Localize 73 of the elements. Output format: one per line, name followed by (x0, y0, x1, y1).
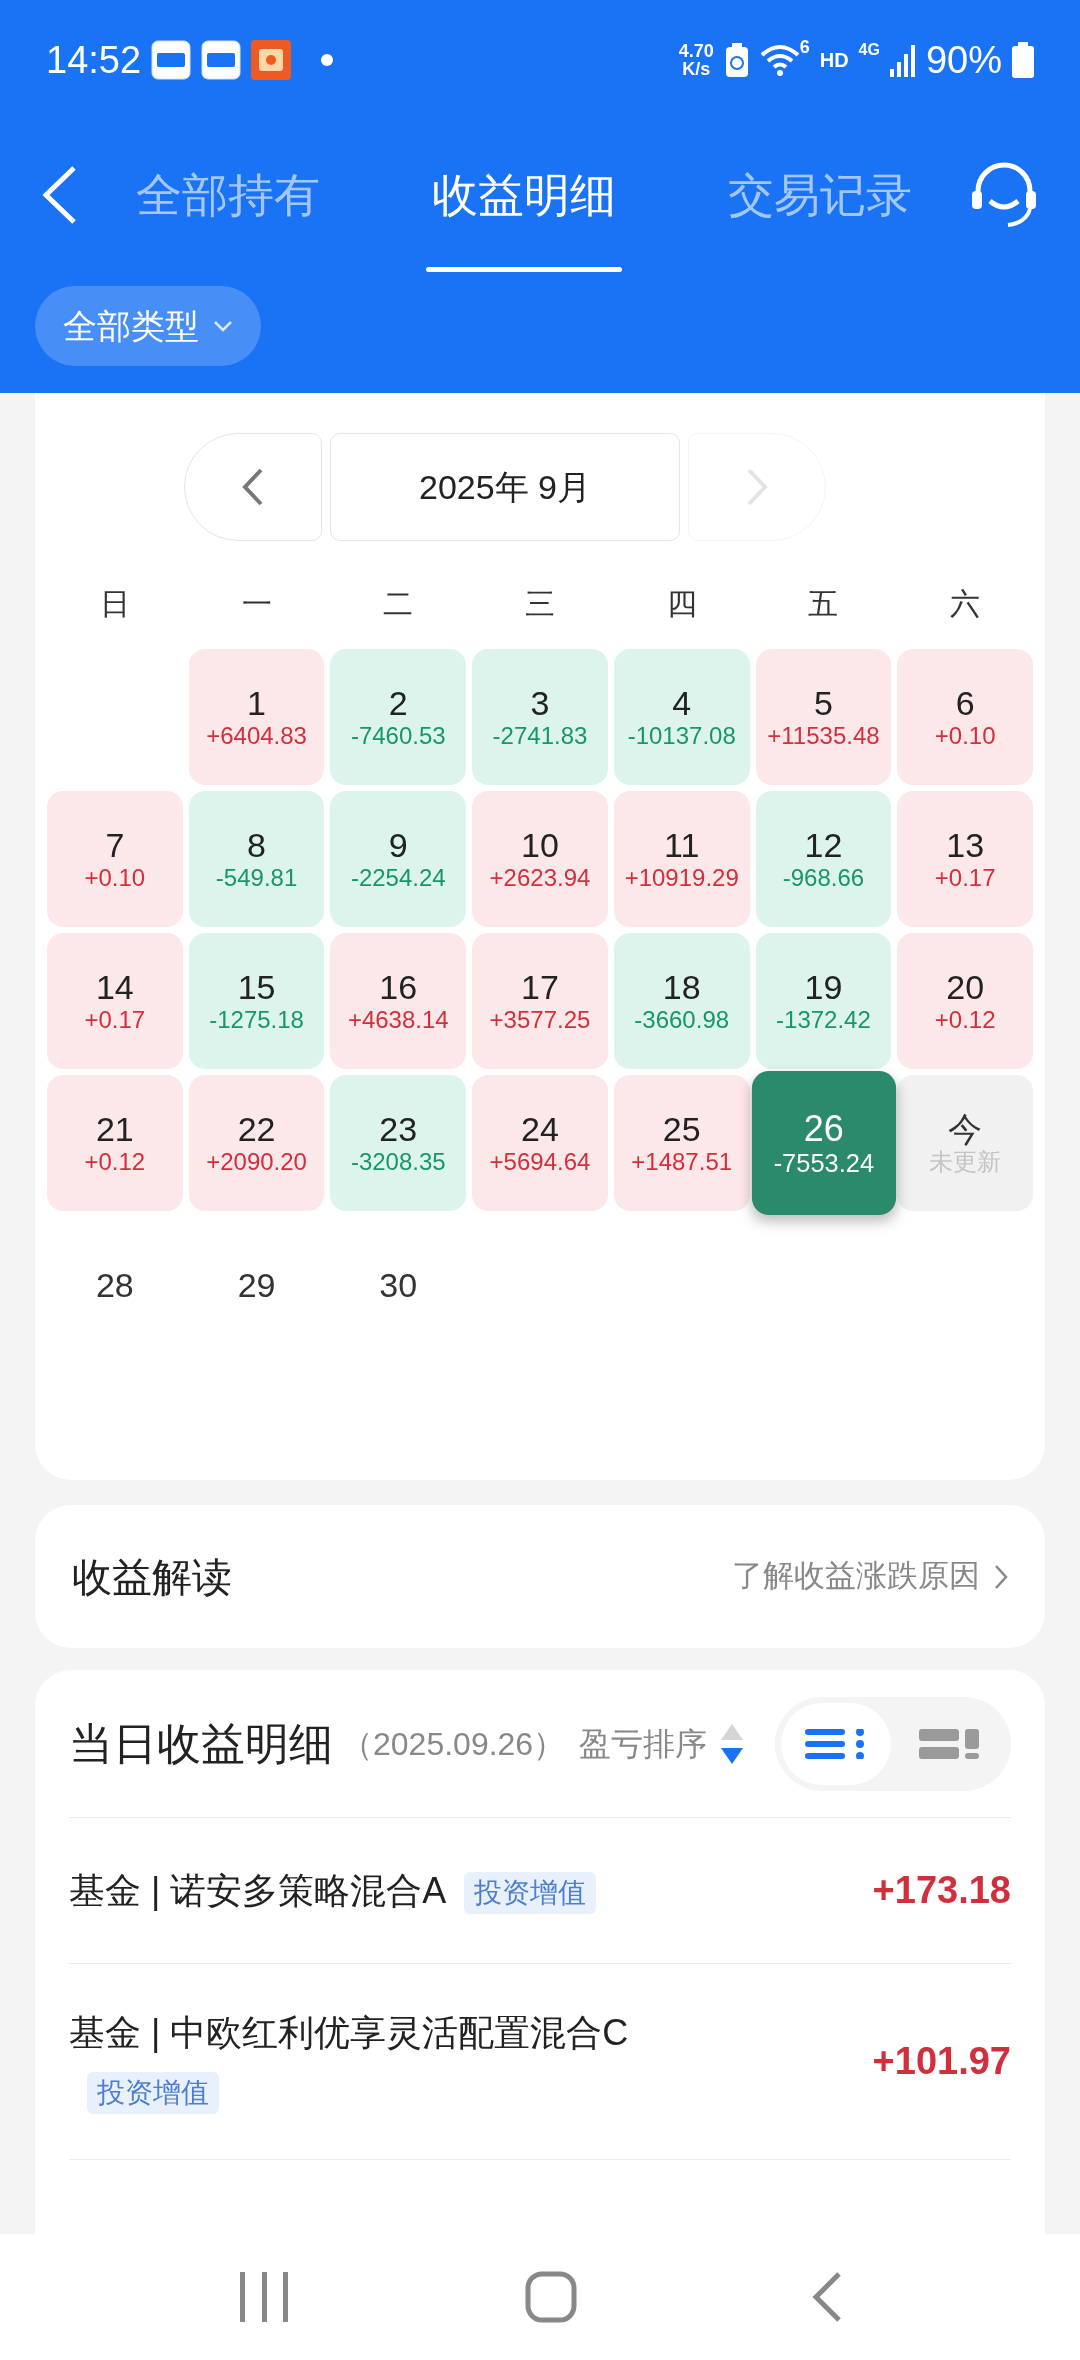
calendar-day[interactable]: 7 +0.10 (47, 791, 183, 927)
news-app-icon (201, 40, 242, 80)
list-view-button[interactable] (781, 1702, 891, 1785)
calendar-day[interactable]: 5 +11535.48 (755, 649, 892, 785)
chevron-down-icon (213, 319, 233, 333)
fund-tag: 投资增值 (464, 1872, 597, 1915)
fund-name: 基金 | 中欧红利优享灵活配置混合C (69, 2012, 629, 2053)
list-icon (805, 1728, 867, 1759)
net-speed: 4.70 (678, 42, 714, 60)
calendar-day[interactable]: 14 +0.17 (47, 933, 183, 1069)
back-icon[interactable] (812, 2271, 843, 2323)
month-label: 2025年 9月 (330, 433, 680, 541)
section-title: 当日收益明细 (69, 1717, 333, 1770)
net-speed-unit: K/s (682, 60, 711, 78)
calendar-day[interactable]: 23 -3208.35 (330, 1075, 467, 1211)
calendar-day[interactable]: 21 +0.12 (47, 1075, 183, 1211)
home-icon[interactable] (525, 2271, 577, 2323)
insight-link[interactable]: 了解收益涨跌原因 (732, 1553, 1008, 1600)
sort-button[interactable]: 盈亏排序 (579, 1719, 745, 1768)
chevron-right-icon (745, 467, 769, 507)
calendar-day[interactable]: 17 +3577.25 (472, 933, 608, 1069)
network-label: 4G (858, 40, 880, 60)
fund-name: 基金 | 诺安多策略混合A (69, 1869, 447, 1911)
envelope-app-icon (251, 40, 292, 80)
calendar-day[interactable]: 22 +2090.20 (188, 1075, 325, 1211)
calendar-day[interactable]: 28 (47, 1217, 183, 1353)
news-app-icon (151, 40, 192, 80)
weekday-label: 四 (665, 585, 698, 622)
calendar-day[interactable]: 10 +2623.94 (472, 791, 608, 927)
calendar-day[interactable]: 18 -3660.98 (613, 933, 750, 1069)
calendar-day[interactable]: 12 -968.66 (755, 791, 892, 927)
weekday-label: 二 (382, 585, 415, 622)
weekday-label: 日 (98, 585, 131, 622)
weekday-label: 三 (524, 585, 556, 622)
battery-percent: 90% (925, 37, 1002, 83)
calendar-day[interactable]: 13 +0.17 (897, 791, 1033, 927)
tab[interactable]: 收益明细 (432, 160, 616, 230)
battery-saver-icon (723, 42, 750, 78)
weekday-label: 五 (807, 585, 840, 622)
calendar-day[interactable]: 30 (330, 1217, 467, 1353)
chevron-left-icon (241, 467, 265, 507)
calendar-day[interactable]: 26 -7553.24 (751, 1070, 896, 1216)
weekday-label: 一 (240, 585, 273, 622)
fund-tag: 投资增值 (87, 2072, 219, 2115)
calendar-day[interactable]: 29 (188, 1217, 325, 1353)
wifi-label: 6 (799, 36, 810, 59)
calendar-day[interactable]: 3 -2741.83 (472, 649, 608, 785)
calendar-day[interactable]: 15 -1275.18 (188, 933, 325, 1069)
recent-apps-icon[interactable] (237, 2272, 290, 2322)
calendar-day[interactable]: 9 -2254.24 (330, 791, 467, 927)
calendar-day[interactable]: 4 -10137.08 (613, 649, 750, 785)
fund-amount: +101.97 (872, 2039, 1011, 2085)
calendar-day[interactable]: 24 +5694.64 (472, 1075, 608, 1211)
calendar-day[interactable]: 8 -549.81 (188, 791, 325, 927)
battery-icon (1012, 42, 1034, 78)
calendar-day[interactable]: 2 -7460.53 (330, 649, 467, 785)
calendar-day[interactable]: 6 +0.10 (897, 649, 1033, 785)
calendar-day[interactable]: 25 +1487.51 (613, 1075, 750, 1211)
fund-amount: +173.18 (872, 1868, 1011, 1913)
status-time: 14:52 (46, 37, 142, 83)
hd-label: HD (819, 48, 849, 73)
chevron-right-icon (994, 1563, 1008, 1590)
calendar-day[interactable]: 11 +10919.29 (613, 791, 750, 927)
calendar-day[interactable]: 1 +6404.83 (188, 649, 325, 785)
calendar-day[interactable]: 19 -1372.42 (755, 933, 892, 1069)
weekday-label: 六 (949, 585, 982, 622)
signal-icon (889, 43, 916, 77)
calendar-day[interactable]: 16 +4638.14 (330, 933, 467, 1069)
section-title: 收益解读 (72, 1553, 232, 1601)
calendar-day[interactable]: 20 +0.12 (897, 933, 1033, 1069)
wifi-icon (759, 43, 800, 77)
date-label: （2025.09.26） (341, 1724, 566, 1764)
card-layout-icon (919, 1728, 981, 1759)
